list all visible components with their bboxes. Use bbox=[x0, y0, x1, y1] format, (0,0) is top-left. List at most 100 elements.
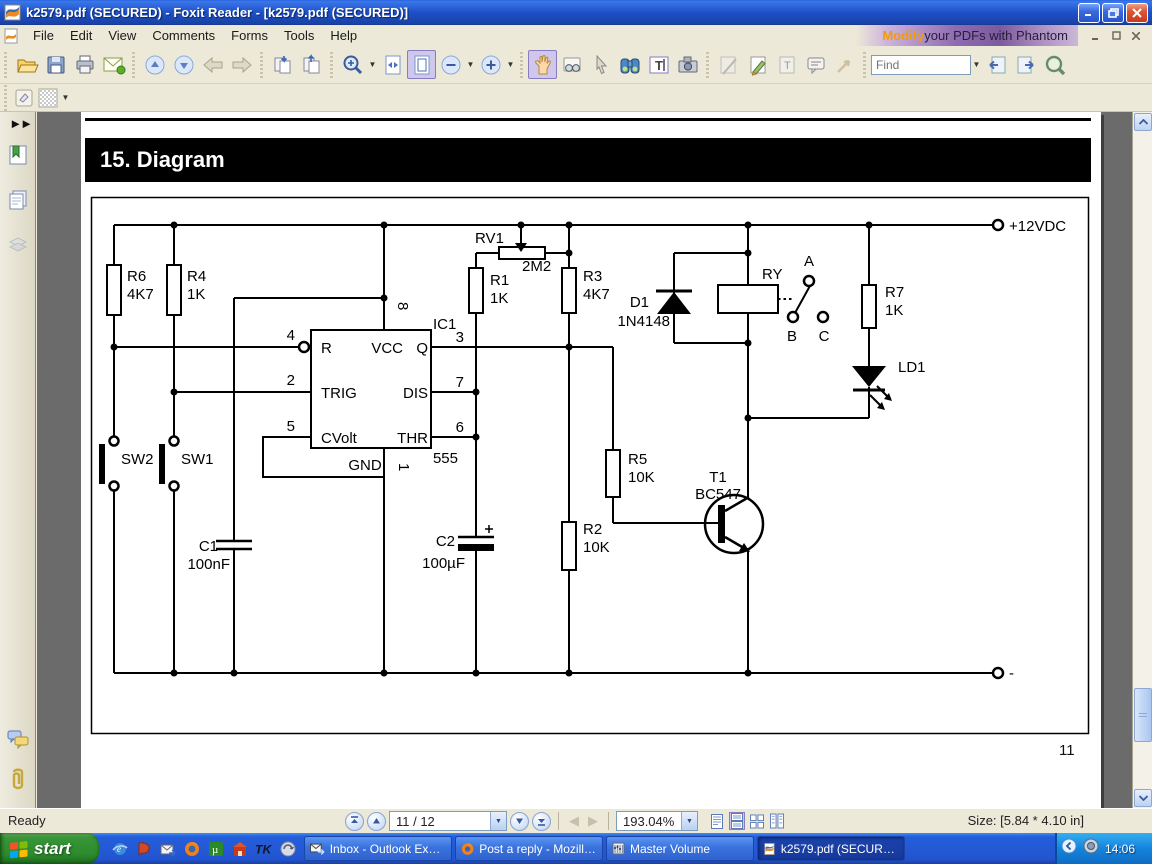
child-close-button[interactable] bbox=[1128, 28, 1144, 43]
last-page-button[interactable] bbox=[532, 812, 551, 831]
email-button[interactable] bbox=[99, 50, 128, 79]
menu-tools[interactable]: Tools bbox=[276, 26, 322, 45]
task-master-volume[interactable]: Master Volume bbox=[606, 836, 754, 861]
scroll-up-button[interactable] bbox=[1134, 113, 1152, 131]
single-page-view-button[interactable] bbox=[709, 812, 725, 830]
sidebar-layers-icon[interactable] bbox=[5, 232, 31, 258]
zoom-in-dropdown[interactable]: ▼ bbox=[505, 54, 516, 76]
menu-view[interactable]: View bbox=[100, 26, 144, 45]
find-input[interactable] bbox=[871, 55, 971, 75]
continuous-view-button[interactable] bbox=[729, 812, 745, 830]
highlight-tool-button[interactable] bbox=[12, 86, 36, 110]
task-foxit-active[interactable]: k2579.pdf (SECURED... bbox=[757, 836, 905, 861]
menu-forms[interactable]: Forms bbox=[223, 26, 276, 45]
menu-edit[interactable]: Edit bbox=[62, 26, 100, 45]
sidebar-attachments-icon[interactable] bbox=[5, 767, 31, 793]
fit-page-button[interactable] bbox=[407, 50, 436, 79]
sidebar-bookmarks-icon[interactable] bbox=[5, 142, 31, 168]
select-tool-button[interactable] bbox=[586, 50, 615, 79]
previous-view-button[interactable]: ◀ bbox=[566, 813, 582, 829]
zoom-out-button[interactable] bbox=[436, 50, 465, 79]
find-next-button[interactable] bbox=[1011, 50, 1040, 79]
page-combo-dropdown[interactable]: ▼ bbox=[490, 812, 506, 830]
attach-note-button[interactable] bbox=[714, 50, 743, 79]
close-button[interactable] bbox=[1126, 3, 1148, 23]
color-swatch-button[interactable] bbox=[36, 86, 60, 110]
previous-page-button[interactable] bbox=[140, 50, 169, 79]
color-swatch-dropdown[interactable]: ▼ bbox=[60, 87, 71, 109]
first-page-button[interactable] bbox=[345, 812, 364, 831]
zoom-combo[interactable]: 193.04% ▼ bbox=[616, 811, 698, 831]
find-dropdown[interactable]: ▼ bbox=[971, 54, 982, 76]
quick-launch-firefox-icon[interactable] bbox=[183, 840, 200, 857]
continuous-facing-view-button[interactable] bbox=[769, 812, 785, 830]
quick-launch-ie-icon[interactable]: e bbox=[111, 840, 128, 857]
task-mozilla[interactable]: Post a reply - Mozilla ... bbox=[455, 836, 603, 861]
scroll-down-button[interactable] bbox=[1134, 789, 1152, 807]
child-restore-button[interactable] bbox=[1108, 28, 1124, 43]
prev-page-round-button[interactable] bbox=[367, 812, 386, 831]
arrow-annot-button[interactable] bbox=[830, 50, 859, 79]
zoom-in-button[interactable] bbox=[476, 50, 505, 79]
zoom-tool-button[interactable] bbox=[338, 50, 367, 79]
comment-button[interactable] bbox=[801, 50, 830, 79]
typewriter-button[interactable]: T bbox=[772, 50, 801, 79]
reading-mode-button[interactable] bbox=[557, 50, 586, 79]
save-button[interactable] bbox=[41, 50, 70, 79]
zoom-combo-dropdown[interactable]: ▼ bbox=[681, 812, 697, 830]
quick-launch-tk-icon[interactable]: TK bbox=[255, 840, 272, 857]
print-button[interactable] bbox=[70, 50, 99, 79]
fit-width-button[interactable] bbox=[378, 50, 407, 79]
menu-comments[interactable]: Comments bbox=[144, 26, 223, 45]
toolbar-grip[interactable] bbox=[704, 52, 712, 78]
toolbar-grip[interactable] bbox=[2, 52, 10, 78]
menu-help[interactable]: Help bbox=[322, 26, 365, 45]
hand-tool-button[interactable] bbox=[528, 50, 557, 79]
menu-file[interactable]: File bbox=[25, 26, 62, 45]
toolbar-grip[interactable] bbox=[258, 52, 266, 78]
next-page-round-button[interactable] bbox=[510, 812, 529, 831]
toolbar-grip[interactable] bbox=[2, 85, 10, 111]
scrollbar-thumb[interactable] bbox=[1134, 688, 1152, 742]
search-binoculars-button[interactable] bbox=[615, 50, 644, 79]
find-previous-button[interactable] bbox=[982, 50, 1011, 79]
sidebar-expand-icon[interactable]: ►► bbox=[9, 116, 31, 131]
restore-button[interactable] bbox=[1102, 3, 1124, 23]
vertical-scrollbar[interactable] bbox=[1132, 112, 1152, 808]
toolbar-grip[interactable] bbox=[130, 52, 138, 78]
tray-volume-icon[interactable] bbox=[1083, 838, 1099, 859]
taskbar-clock[interactable]: 14:06 bbox=[1105, 842, 1135, 856]
goto-page-view-button[interactable] bbox=[268, 50, 297, 79]
zoom-tool-dropdown[interactable]: ▼ bbox=[367, 54, 378, 76]
phantom-ad-banner[interactable]: Modify your PDFs with Phantom bbox=[856, 25, 1078, 46]
tray-expand-chevron[interactable] bbox=[1061, 838, 1077, 859]
quick-launch-outlook-icon[interactable] bbox=[159, 840, 176, 857]
text-select-button[interactable]: T bbox=[644, 50, 673, 79]
next-view-button[interactable]: ▶ bbox=[585, 813, 601, 829]
toolbar-grip[interactable] bbox=[861, 52, 869, 78]
open-file-button[interactable] bbox=[12, 50, 41, 79]
quick-launch-utorrent-icon[interactable]: µ bbox=[207, 840, 224, 857]
next-page-button[interactable] bbox=[169, 50, 198, 79]
zoom-out-dropdown[interactable]: ▼ bbox=[465, 54, 476, 76]
goto-view-button[interactable] bbox=[297, 50, 326, 79]
toolbar-grip[interactable] bbox=[328, 52, 336, 78]
document-viewport[interactable]: 15. Diagram 11 bbox=[37, 112, 1132, 808]
forward-view-button[interactable] bbox=[227, 50, 256, 79]
minimize-button[interactable] bbox=[1078, 3, 1100, 23]
back-view-button[interactable] bbox=[198, 50, 227, 79]
facing-view-button[interactable] bbox=[749, 812, 765, 830]
sidebar-comments-icon[interactable] bbox=[5, 727, 31, 753]
snapshot-button[interactable] bbox=[673, 50, 702, 79]
task-outlook[interactable]: Inbox - Outlook Expr... bbox=[304, 836, 452, 861]
start-button[interactable]: start bbox=[0, 833, 99, 864]
page-combo[interactable]: 11 / 12 ▼ bbox=[389, 811, 507, 831]
full-search-button[interactable] bbox=[1040, 50, 1069, 79]
pencil-tool-button[interactable] bbox=[743, 50, 772, 79]
child-minimize-button[interactable] bbox=[1088, 28, 1104, 43]
quick-launch-media-icon[interactable] bbox=[279, 840, 296, 857]
toolbar-grip[interactable] bbox=[518, 52, 526, 78]
quick-launch-building-icon[interactable] bbox=[231, 840, 248, 857]
quick-launch-mail-icon[interactable] bbox=[135, 840, 152, 857]
sidebar-pages-icon[interactable] bbox=[5, 187, 31, 213]
